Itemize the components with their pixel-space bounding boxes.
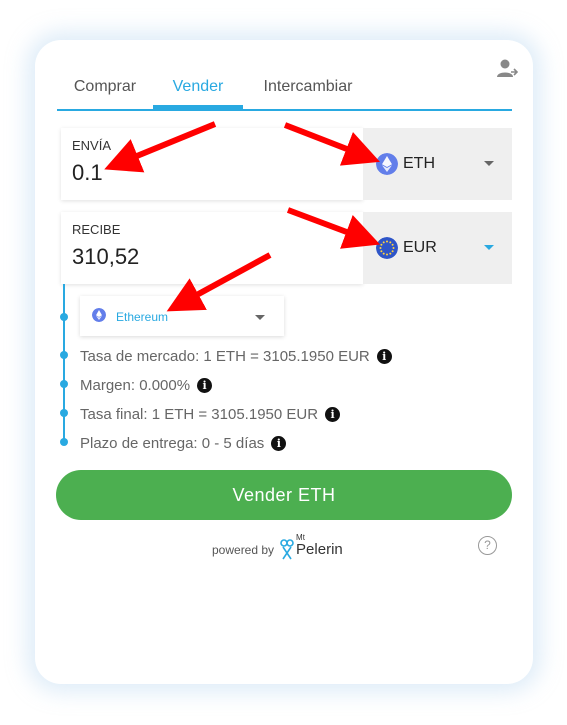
annotation-arrows <box>104 121 381 312</box>
annotation-arrow <box>283 122 380 166</box>
annotation-arrow <box>104 121 217 173</box>
annotation-arrow <box>166 252 272 312</box>
annotation-arrow <box>286 207 381 249</box>
